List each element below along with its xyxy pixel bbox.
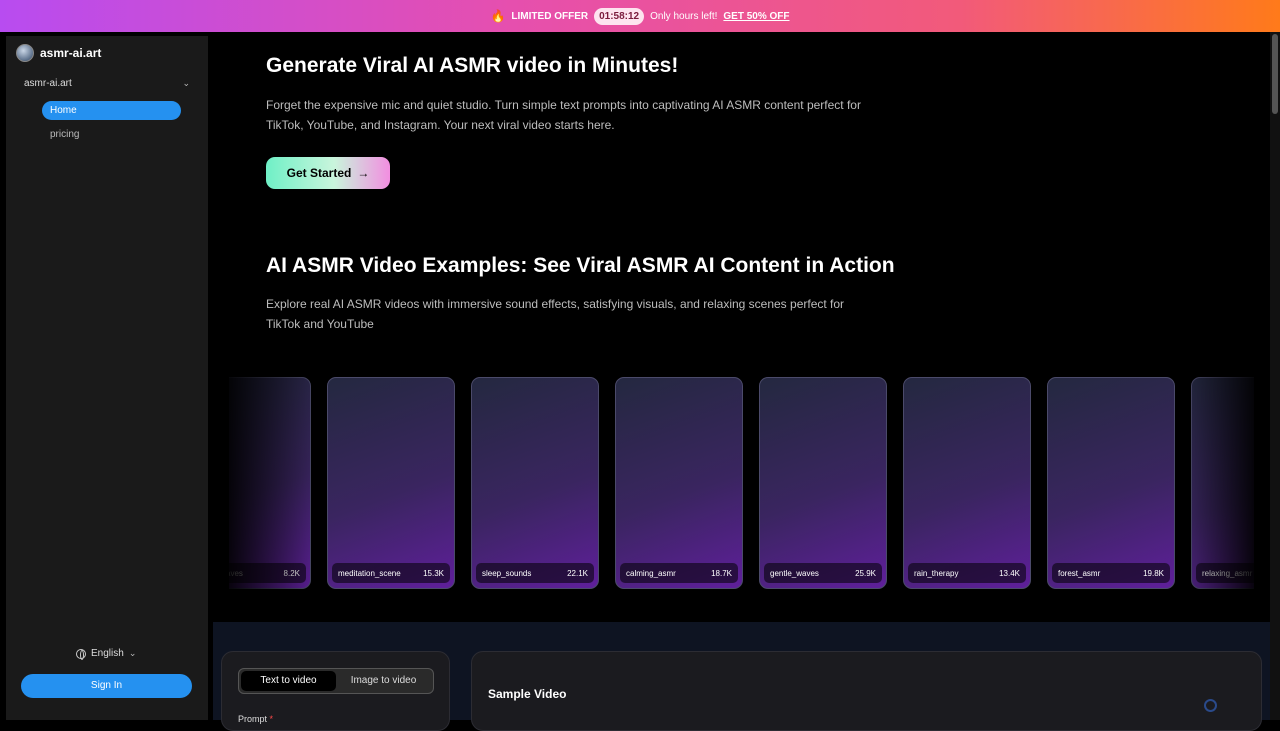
sidebar-item-pricing[interactable]: pricing <box>50 129 79 140</box>
help-widget-icon[interactable] <box>1204 699 1217 712</box>
chevron-down-icon: ⌄ <box>128 648 137 658</box>
video-card[interactable]: relaxing_asmr <box>1191 377 1254 589</box>
tab-image-to-video[interactable]: Image to video <box>336 671 431 691</box>
prompt-label: Prompt * <box>238 714 273 724</box>
video-card[interactable]: meditation_scene 15.3K <box>327 377 455 589</box>
video-views: 19.8K <box>1143 568 1164 578</box>
sidebar-group-toggle[interactable]: asmr-ai.art ⌄ <box>24 78 190 89</box>
promo-cta-link[interactable]: GET 50% OFF <box>723 11 789 22</box>
video-name: meditation_scene <box>338 568 401 578</box>
globe-icon <box>76 648 86 660</box>
video-name: forest_asmr <box>1058 568 1101 578</box>
video-card[interactable]: gentle_waves 25.9K <box>759 377 887 589</box>
video-card-label: forest_asmr 19.8K <box>1052 563 1170 583</box>
video-card-label: rain_therapy 13.4K <box>908 563 1026 583</box>
video-card-label: gentle_waves 25.9K <box>764 563 882 583</box>
video-views: 22.1K <box>567 568 588 578</box>
language-label: English <box>91 648 124 659</box>
fire-icon: 🔥 <box>490 9 506 23</box>
brand[interactable]: asmr-ai.art <box>16 44 101 62</box>
arrow-right-icon: → <box>357 166 370 180</box>
hero-title: Generate Viral AI ASMR video in Minutes! <box>266 54 679 77</box>
sign-in-button[interactable]: Sign In <box>21 674 192 698</box>
scrollbar-thumb[interactable] <box>1272 34 1278 114</box>
page-scrollbar[interactable] <box>1270 32 1280 720</box>
chevron-down-icon: ⌄ <box>182 78 190 88</box>
generator-form-panel: Text to video Image to video Prompt * <box>221 651 450 731</box>
prompt-label-text: Prompt <box>238 714 268 724</box>
promo-banner: 🔥 LIMITED OFFER 01:58:12 Only hours left… <box>0 0 1280 32</box>
video-views: 13.4K <box>999 568 1020 578</box>
sidebar-group-label: asmr-ai.art <box>24 78 72 89</box>
video-card-label: ocean_waves 8.2K <box>229 563 306 583</box>
video-name: calming_asmr <box>626 568 676 578</box>
video-card-label: meditation_scene 15.3K <box>332 563 450 583</box>
hero-subtitle: Forget the expensive mic and quiet studi… <box>266 98 861 132</box>
video-card[interactable]: calming_asmr 18.7K <box>615 377 743 589</box>
sidebar: asmr-ai.art asmr-ai.art ⌄ Home pricing E… <box>6 36 208 720</box>
countdown-timer: 01:58:12 <box>594 7 645 25</box>
video-name: gentle_waves <box>770 568 819 578</box>
sample-video-title: Sample Video <box>488 687 567 701</box>
video-name: relaxing_asmr <box>1202 568 1253 578</box>
video-card[interactable]: sleep_sounds 22.1K <box>471 377 599 589</box>
video-name: sleep_sounds <box>482 568 532 578</box>
get-started-button[interactable]: Get Started → <box>266 157 390 189</box>
brand-name: asmr-ai.art <box>40 46 102 60</box>
video-card[interactable]: forest_asmr 19.8K <box>1047 377 1175 589</box>
video-views: 8.2K <box>283 568 300 578</box>
video-name: rain_therapy <box>914 568 959 578</box>
video-views: 15.3K <box>423 568 444 578</box>
video-card[interactable]: ocean_waves 8.2K <box>229 377 311 589</box>
video-card-label: relaxing_asmr <box>1196 563 1254 583</box>
examples-title: AI ASMR Video Examples: See Viral ASMR A… <box>266 254 895 277</box>
get-started-label: Get Started <box>286 166 352 180</box>
logo-icon <box>16 44 34 62</box>
tab-text-to-video[interactable]: Text to video <box>241 671 336 691</box>
sample-video-panel: Sample Video <box>471 651 1262 731</box>
required-mark: * <box>269 714 274 724</box>
mode-tabs: Text to video Image to video <box>238 668 434 694</box>
examples-subtitle: Explore real AI ASMR videos with immersi… <box>266 297 845 331</box>
video-card-label: sleep_sounds 22.1K <box>476 563 594 583</box>
language-selector[interactable]: English ⌄ <box>76 648 137 660</box>
sidebar-item-home[interactable]: Home <box>42 101 181 120</box>
video-card[interactable]: rain_therapy 13.4K <box>903 377 1031 589</box>
video-views: 18.7K <box>711 568 732 578</box>
video-card-label: calming_asmr 18.7K <box>620 563 738 583</box>
promo-label: LIMITED OFFER <box>511 10 589 22</box>
video-views: 25.9K <box>855 568 876 578</box>
video-carousel[interactable]: ocean_waves 8.2K meditation_scene 15.3K … <box>229 376 1254 591</box>
promo-text: Only hours left! <box>650 10 718 22</box>
video-name: ocean_waves <box>229 568 243 578</box>
